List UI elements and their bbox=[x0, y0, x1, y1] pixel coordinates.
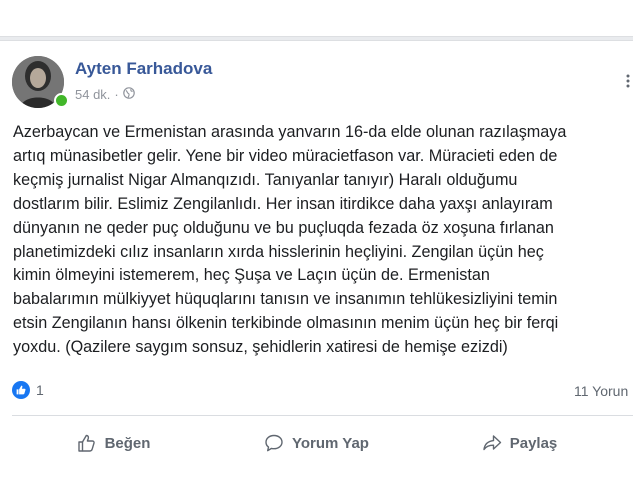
comment-count[interactable]: 11 Yorun bbox=[574, 383, 628, 399]
share-arrow-icon bbox=[482, 433, 502, 453]
post-actions-bar: Beğen Yorum Yap Paylaş bbox=[12, 423, 621, 463]
post-meta: 54 dk. · bbox=[75, 87, 135, 102]
more-options-icon[interactable] bbox=[626, 74, 630, 93]
post-timestamp[interactable]: 54 dk. bbox=[75, 87, 110, 102]
like-reaction-icon bbox=[12, 381, 30, 399]
share-button[interactable]: Paylaş bbox=[418, 423, 621, 463]
author-name[interactable]: Ayten Farhadova bbox=[75, 59, 212, 79]
reaction-summary[interactable]: 1 bbox=[12, 381, 44, 399]
actions-divider bbox=[12, 415, 633, 416]
share-button-label: Paylaş bbox=[509, 434, 558, 452]
top-bar-strip bbox=[0, 0, 633, 37]
online-status-indicator bbox=[54, 93, 69, 108]
like-button[interactable]: Beğen bbox=[12, 423, 215, 463]
post-body-text: Azerbaycan ve Ermenistan arasında yanvar… bbox=[13, 123, 567, 357]
globe-icon[interactable] bbox=[122, 87, 135, 102]
speech-bubble-icon bbox=[264, 433, 284, 453]
like-button-label: Beğen bbox=[104, 434, 151, 452]
post-header: Ayten Farhadova 54 dk. · bbox=[12, 56, 630, 112]
comment-button[interactable]: Yorum Yap bbox=[215, 423, 418, 463]
thumbs-up-icon bbox=[77, 433, 97, 453]
post-card: Ayten Farhadova 54 dk. · Azerbaycan ve E… bbox=[0, 40, 633, 501]
reaction-count[interactable]: 1 bbox=[36, 382, 44, 398]
comment-button-label: Yorum Yap bbox=[292, 434, 369, 452]
meta-separator: · bbox=[114, 87, 119, 102]
